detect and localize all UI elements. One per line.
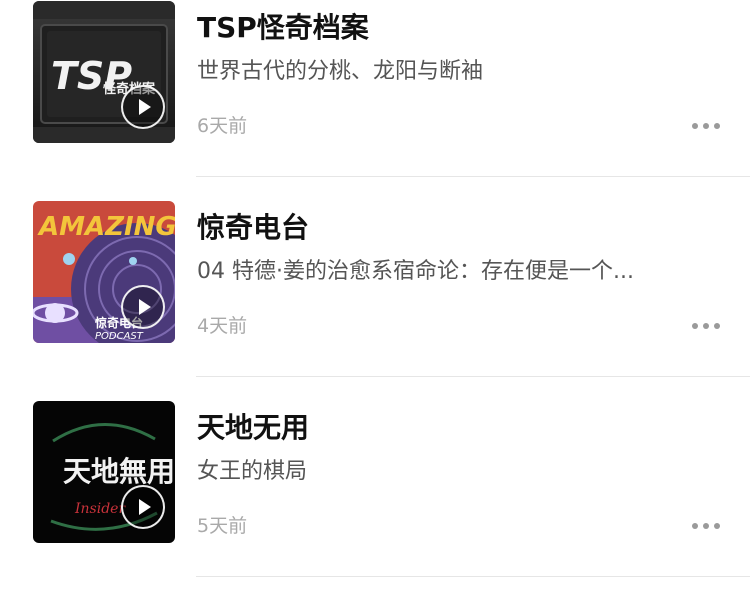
cover-image-tsp[interactable]: TSP 怪奇档案 xyxy=(33,1,175,143)
episode-show-title[interactable]: 惊奇电台 xyxy=(197,210,309,246)
divider xyxy=(196,176,750,177)
episode-time: 6天前 xyxy=(197,115,248,137)
cover-image-tiandi[interactable]: 天地無用 Insider xyxy=(33,401,175,543)
episode-time: 5天前 xyxy=(197,515,248,537)
more-options-button[interactable] xyxy=(689,118,723,134)
list-item[interactable]: 天地無用 Insider 天地无用 女王的棋局 5天前 xyxy=(0,400,750,600)
cover-text-tiandi: 天地無用 xyxy=(63,455,175,488)
divider xyxy=(196,376,750,377)
list-item[interactable]: TSP 怪奇档案 TSP怪奇档案 世界古代的分桃、龙阳与断袖 6天前 xyxy=(0,0,750,200)
cover-caption-amazing: PODCAST xyxy=(95,331,144,342)
more-options-button[interactable] xyxy=(689,518,723,534)
divider xyxy=(196,576,750,577)
more-icon xyxy=(692,123,720,129)
episode-title[interactable]: 女王的棋局 xyxy=(197,456,717,488)
episode-time: 4天前 xyxy=(197,315,248,337)
cover-subtext-tiandi: Insider xyxy=(74,501,126,517)
play-icon xyxy=(139,499,151,515)
more-icon xyxy=(692,523,720,529)
episode-title[interactable]: 世界古代的分桃、龙阳与断袖 xyxy=(197,56,717,88)
cover-image-amazing[interactable]: AMAZING 惊奇电台 PODCAST xyxy=(33,201,175,343)
more-options-button[interactable] xyxy=(689,318,723,334)
play-button[interactable] xyxy=(121,285,165,329)
more-icon xyxy=(692,323,720,329)
play-icon xyxy=(139,299,151,315)
episode-show-title[interactable]: 天地无用 xyxy=(197,410,309,446)
play-button[interactable] xyxy=(121,85,165,129)
play-icon xyxy=(139,99,151,115)
episode-show-title[interactable]: TSP怪奇档案 xyxy=(197,10,369,46)
podcast-episode-list: TSP 怪奇档案 TSP怪奇档案 世界古代的分桃、龙阳与断袖 6天前 AMAZI… xyxy=(0,0,750,582)
episode-title[interactable]: 04 特德·姜的治愈系宿命论：存在便是一个... xyxy=(197,256,717,288)
cover-text-amazing: AMAZING xyxy=(37,212,175,242)
list-item[interactable]: AMAZING 惊奇电台 PODCAST 惊奇电台 04 特德·姜的治愈系宿命论… xyxy=(0,200,750,400)
play-button[interactable] xyxy=(121,485,165,529)
